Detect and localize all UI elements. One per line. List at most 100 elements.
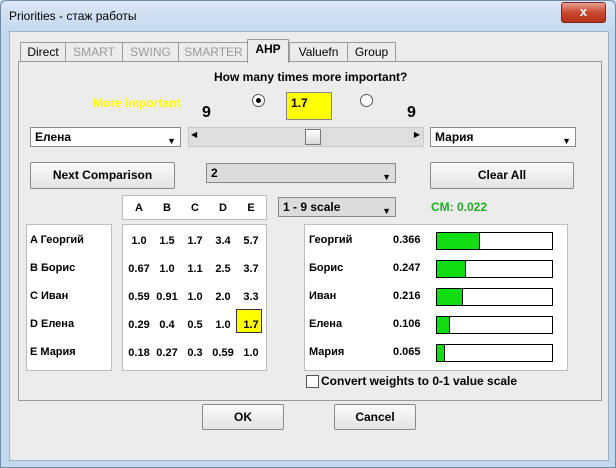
column-header: A <box>135 202 143 214</box>
comparison-value: 2 <box>211 166 218 180</box>
slider-left-arrow-icon[interactable]: ◀ <box>191 130 197 139</box>
weight-name: Иван <box>309 290 337 302</box>
weight-name: Елена <box>309 318 343 330</box>
row-label: B Борис <box>30 262 76 274</box>
chevron-down-icon: ▼ <box>382 206 391 216</box>
matrix-cell: 0.59 <box>128 291 150 303</box>
ahp-panel: How many times more important? More impo… <box>18 61 602 401</box>
question-label: How many times more important? <box>214 70 408 84</box>
weight-bar-fill <box>437 345 445 361</box>
weights-panel: Георгий 0.366 Борис 0.247 Иван 0.216 Еле… <box>304 224 568 371</box>
matrix-cell: 2.0 <box>215 291 231 303</box>
close-icon[interactable]: x <box>561 2 606 23</box>
convert-weights-checkbox[interactable] <box>306 375 319 388</box>
weight-bar-fill <box>437 261 466 277</box>
matrix-cell: 3.4 <box>215 235 231 247</box>
matrix-cell: 1.5 <box>159 235 175 247</box>
scale-select[interactable]: 1 - 9 scale ▼ <box>278 197 396 217</box>
column-header: C <box>191 202 199 214</box>
matrix-cell: 0.67 <box>128 263 150 275</box>
weight-value: 0.247 <box>393 262 421 274</box>
slider-thumb[interactable] <box>305 129 321 145</box>
matrix-cell: 0.59 <box>212 347 234 359</box>
comparison-select[interactable]: 2 ▼ <box>206 163 396 183</box>
column-header: B <box>163 202 171 214</box>
clear-all-button[interactable]: Clear All <box>430 162 574 189</box>
row-label: A Георгий <box>30 234 84 246</box>
importance-slider[interactable]: ◀ ▶ <box>188 127 424 147</box>
title-bar[interactable]: Priorities - стаж работы x <box>1 1 615 31</box>
chevron-down-icon: ▼ <box>167 136 176 146</box>
weight-name: Мария <box>309 346 345 358</box>
tab-smarter: SMARTER <box>178 42 249 62</box>
right-criterion-value: Мария <box>435 130 474 144</box>
more-important-left-radio[interactable] <box>252 94 265 107</box>
weight-value: 0.216 <box>393 290 421 302</box>
row-label: D Елена <box>30 318 75 330</box>
matrix-cell: 1.0 <box>159 263 175 275</box>
matrix-header: A B C D E <box>122 195 267 220</box>
column-header: E <box>247 202 255 214</box>
matrix-cell: 2.5 <box>215 263 231 275</box>
weight-bar <box>436 316 553 334</box>
matrix-cell: 0.29 <box>128 319 150 331</box>
left-scale-label: 9 <box>202 104 211 121</box>
left-criterion-select[interactable]: Елена ▼ <box>30 127 181 147</box>
column-header: D <box>219 202 227 214</box>
left-criterion-value: Елена <box>35 130 72 144</box>
weight-bar <box>436 232 553 250</box>
matrix-cell: 0.91 <box>156 291 178 303</box>
weight-bar <box>436 288 553 306</box>
weight-value: 0.106 <box>393 318 421 330</box>
weight-value: 0.366 <box>393 234 421 246</box>
weight-bar <box>436 344 553 362</box>
matrix-row-labels: A Георгий B Борис C Иван D Елена E Мария <box>26 224 112 371</box>
weight-bar <box>436 260 553 278</box>
scale-value: 1 - 9 scale <box>283 200 341 214</box>
consistency-measure: CM: 0.022 <box>431 200 488 214</box>
comparison-matrix: 1.0 1.5 1.7 3.4 5.7 0.67 1.0 1.1 2.5 3.7… <box>122 224 267 371</box>
more-important-right-radio[interactable] <box>360 94 373 107</box>
slider-right-arrow-icon[interactable]: ▶ <box>414 130 420 139</box>
matrix-cell: 1.0 <box>187 291 203 303</box>
radio-selected-dot <box>256 98 261 103</box>
matrix-cell: 0.3 <box>187 347 203 359</box>
tab-swing: SWING <box>122 42 179 62</box>
matrix-cell: 0.5 <box>187 319 203 331</box>
matrix-cell: 5.7 <box>243 235 259 247</box>
more-important-label: More important <box>93 96 181 110</box>
tab-group[interactable]: Group <box>347 42 396 62</box>
ok-button[interactable]: OK <box>202 404 284 430</box>
matrix-cell: 1.7 <box>187 235 203 247</box>
priorities-window: Priorities - стаж работы x Direct SMART … <box>0 0 616 468</box>
chevron-down-icon: ▼ <box>382 172 391 182</box>
weight-bar-fill <box>437 317 450 333</box>
weight-bar-fill <box>437 233 480 249</box>
cancel-button[interactable]: Cancel <box>334 404 416 430</box>
right-scale-label: 9 <box>407 104 416 121</box>
tab-smart: SMART <box>65 42 123 62</box>
matrix-cell: 1.0 <box>243 347 259 359</box>
right-criterion-select[interactable]: Мария ▼ <box>430 127 576 147</box>
matrix-cell: 1.1 <box>187 263 203 275</box>
weight-name: Георгий <box>309 234 353 246</box>
matrix-cell: 3.7 <box>243 263 259 275</box>
tab-valuefn[interactable]: Valuefn <box>289 42 348 62</box>
window-title: Priorities - стаж работы <box>9 9 137 23</box>
ratio-value[interactable]: 1.7 <box>286 92 332 120</box>
weight-name: Борис <box>309 262 344 274</box>
tab-direct[interactable]: Direct <box>20 42 66 62</box>
matrix-cell: 1.0 <box>131 235 147 247</box>
dialog-client: Direct SMART SWING SMARTER AHP Valuefn G… <box>9 31 609 461</box>
matrix-cell: 0.18 <box>128 347 150 359</box>
chevron-down-icon: ▼ <box>562 136 571 146</box>
matrix-cell: 3.3 <box>243 291 259 303</box>
matrix-cell: 1.7 <box>243 319 259 331</box>
matrix-cell: 0.4 <box>159 319 175 331</box>
row-label: C Иван <box>30 290 69 302</box>
matrix-cell: 0.27 <box>156 347 178 359</box>
tab-ahp[interactable]: AHP <box>247 39 289 63</box>
convert-weights-label[interactable]: Convert weights to 0-1 value scale <box>321 374 517 388</box>
next-comparison-button[interactable]: Next Comparison <box>30 162 175 189</box>
weight-bar-fill <box>437 289 463 305</box>
